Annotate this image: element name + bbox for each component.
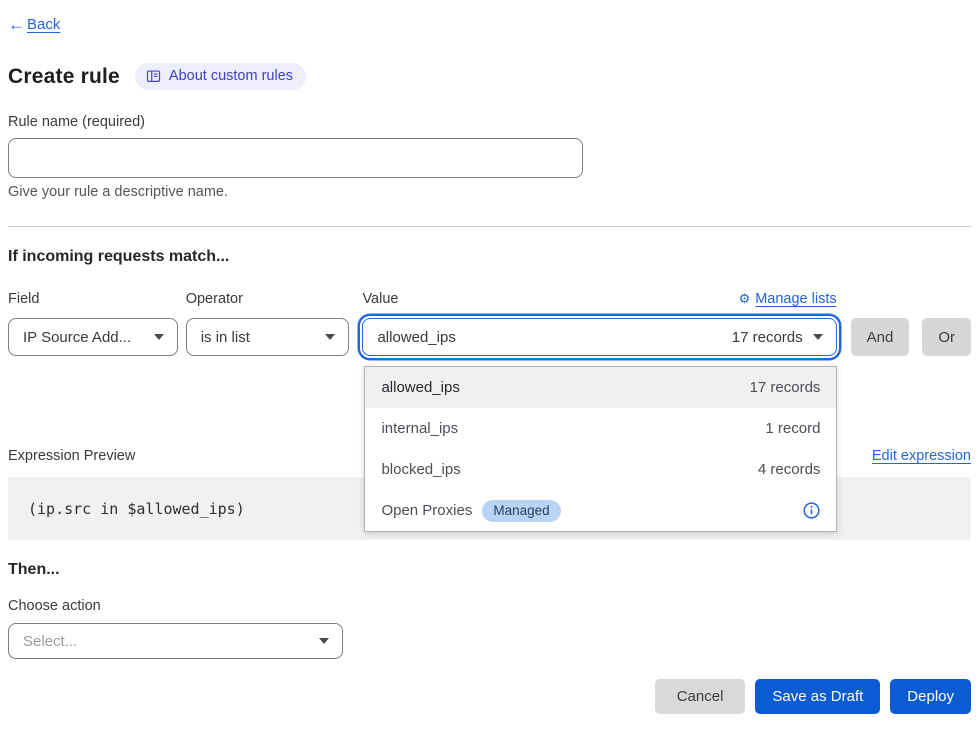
operator-label: Operator	[186, 291, 350, 307]
logic-buttons: And Or	[851, 318, 971, 356]
edit-expression-link[interactable]: Edit expression	[872, 448, 971, 464]
action-select-placeholder: Select...	[23, 633, 77, 650]
choose-action-label: Choose action	[8, 598, 971, 614]
back-arrow-icon: ←	[8, 16, 25, 33]
list-item-name: allowed_ips	[381, 379, 459, 396]
list-item-internal-ips[interactable]: internal_ips 1 record	[365, 408, 836, 449]
rule-name-label: Rule name (required)	[8, 114, 971, 130]
manage-lists-link[interactable]: ⚙ Manage lists	[739, 291, 837, 307]
list-item-name: internal_ips	[381, 420, 458, 437]
back-link[interactable]: ←Back	[8, 16, 60, 33]
rule-name-input[interactable]	[8, 138, 583, 178]
field-select[interactable]: IP Source Add...	[8, 318, 178, 356]
field-select-value: IP Source Add...	[23, 329, 131, 346]
manage-lists-label: Manage lists	[755, 291, 836, 307]
book-icon	[146, 69, 161, 84]
operator-select-value: is in list	[201, 329, 250, 346]
operator-select[interactable]: is in list	[186, 318, 350, 356]
condition-row: Field IP Source Add... Operator is in li…	[8, 291, 971, 356]
then-section-heading: Then...	[8, 561, 971, 579]
operator-column: Operator is in list	[186, 291, 350, 356]
cancel-button[interactable]: Cancel	[655, 679, 746, 714]
save-as-draft-button[interactable]: Save as Draft	[755, 679, 880, 714]
list-item-blocked-ips[interactable]: blocked_ips 4 records	[365, 449, 836, 490]
value-column: Value ⚙ Manage lists allowed_ips 17 reco…	[362, 291, 836, 356]
value-select-records: 17 records	[732, 329, 803, 346]
gear-icon: ⚙	[739, 293, 751, 306]
back-link-label: Back	[27, 16, 60, 33]
action-select[interactable]: Select...	[8, 623, 343, 659]
footer-actions: Cancel Save as Draft Deploy	[8, 679, 971, 714]
value-header: Value ⚙ Manage lists	[362, 291, 836, 307]
section-divider	[8, 226, 971, 227]
or-button[interactable]: Or	[922, 318, 971, 356]
list-item-records: 1 record	[765, 420, 820, 437]
list-item-records: 4 records	[758, 461, 821, 478]
value-label: Value	[362, 291, 398, 307]
chevron-down-icon	[319, 638, 329, 644]
deploy-button[interactable]: Deploy	[890, 679, 971, 714]
and-button[interactable]: And	[851, 318, 910, 356]
about-custom-rules-link[interactable]: About custom rules	[135, 63, 306, 90]
value-select-value: allowed_ips	[377, 329, 455, 346]
page-title: Create rule	[8, 65, 120, 89]
expression-preview-label: Expression Preview	[8, 448, 135, 464]
match-section-heading: If incoming requests match...	[8, 248, 971, 266]
chevron-down-icon	[154, 334, 164, 340]
create-rule-page: ←Back Create rule About custom rules Rul…	[0, 0, 979, 714]
chevron-down-icon	[813, 334, 823, 340]
list-item-records: 17 records	[750, 379, 821, 396]
rule-name-helper: Give your rule a descriptive name.	[8, 184, 971, 200]
managed-badge: Managed	[482, 500, 560, 522]
chevron-down-icon	[325, 334, 335, 340]
title-row: Create rule About custom rules	[8, 63, 971, 90]
list-item-allowed-ips[interactable]: allowed_ips 17 records	[365, 367, 836, 408]
expression-code: (ip.src in $allowed_ips)	[28, 500, 245, 518]
list-item-name: Open Proxies	[381, 502, 472, 519]
list-item-name: blocked_ips	[381, 461, 460, 478]
field-label: Field	[8, 291, 178, 307]
about-custom-rules-label: About custom rules	[169, 68, 293, 84]
field-column: Field IP Source Add...	[8, 291, 178, 356]
value-select[interactable]: allowed_ips 17 records	[362, 318, 836, 356]
lists-dropdown-menu: allowed_ips 17 records internal_ips 1 re…	[364, 366, 837, 532]
list-item-open-proxies[interactable]: Open Proxies Managed	[365, 490, 836, 531]
info-icon[interactable]	[803, 502, 820, 519]
